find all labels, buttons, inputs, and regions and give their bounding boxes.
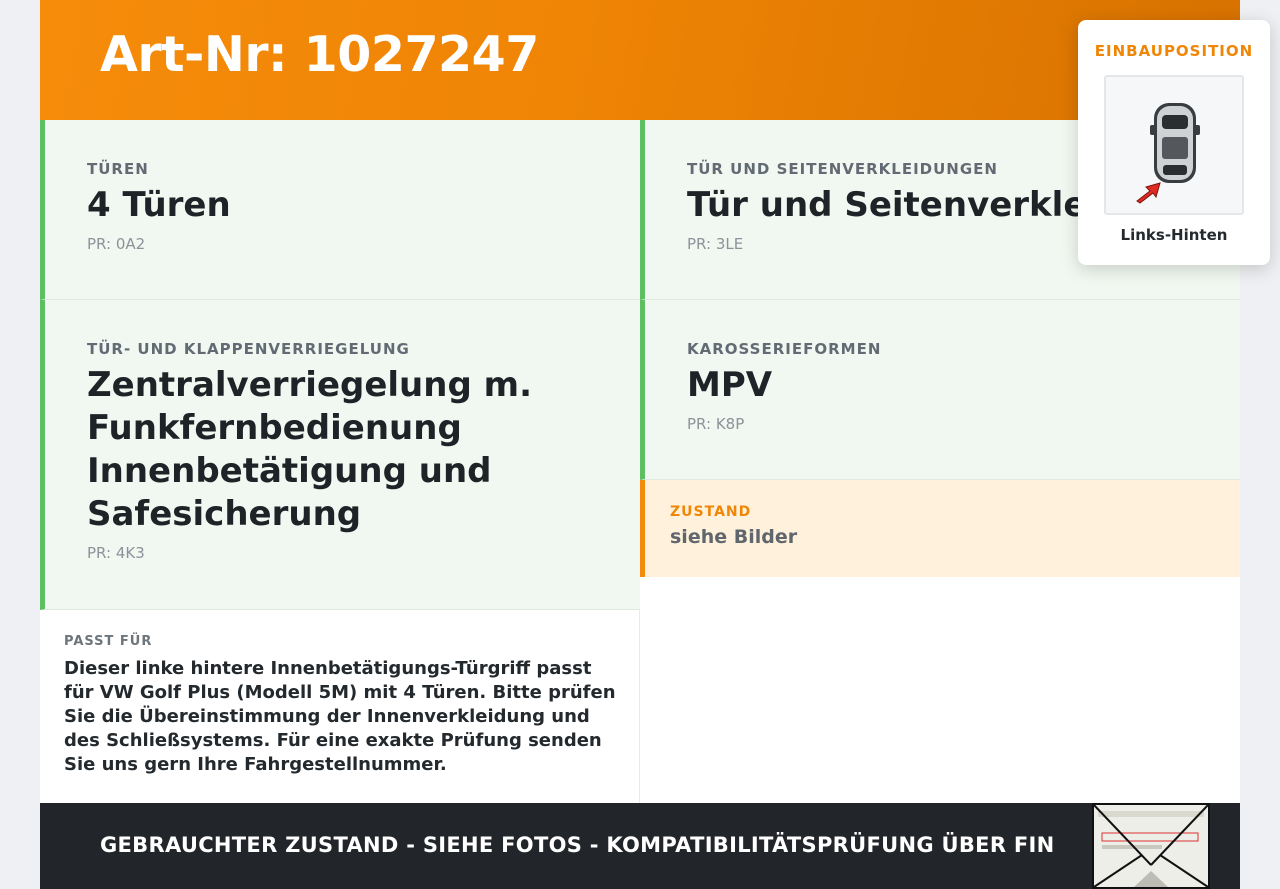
spec-card-tueren: TÜREN 4 Türen PR: 0A2 (40, 120, 640, 300)
page: Art-Nr: 1027247 TÜREN 4 Türen PR: 0A2 TÜ… (40, 0, 1270, 889)
spec-value: MPV (687, 365, 773, 405)
spec-value: Zentralverriegelung m. Funkfernbedienung… (87, 365, 532, 534)
document-thumbnail-graphic (1094, 805, 1208, 887)
condition-label: ZUSTAND (670, 504, 752, 520)
spec-card-verriegelung: TÜR- UND KLAPPENVERRIEGELUNG Zentralverr… (40, 300, 640, 610)
vehicle-registration-document-icon[interactable] (1092, 803, 1210, 889)
spec-pr-code: PR: K8P (687, 415, 745, 433)
spec-label: TÜREN (87, 160, 149, 178)
spec-label: TÜR- UND KLAPPENVERRIEGELUNG (87, 340, 410, 358)
car-position-diagram (1104, 75, 1244, 215)
page-title: Art-Nr: 1027247 (100, 26, 539, 83)
spec-card-karosserie: KAROSSERIEFORMEN MPV PR: K8P (640, 300, 1240, 480)
compatibility-text: Dieser linke hintere Innenbetätigungs-Tü… (64, 658, 616, 775)
header: Art-Nr: 1027247 (40, 0, 1240, 120)
spec-value: 4 Türen (87, 185, 231, 225)
spec-pr-code: PR: 4K3 (87, 544, 145, 562)
compatibility-label: PASST FÜR (64, 634, 153, 649)
car-top-view-icon (1150, 103, 1200, 183)
einbauposition-value: Links-Hinten (1120, 226, 1228, 244)
red-arrow-icon (1136, 182, 1161, 204)
einbauposition-title: EINBAUPOSITION (1094, 42, 1254, 60)
footer-text: GEBRAUCHTER ZUSTAND - SIEHE FOTOS - KOMP… (100, 833, 1055, 857)
spec-pr-code: PR: 0A2 (87, 235, 146, 253)
condition-value: siehe Bilder (670, 526, 798, 548)
condition-card: ZUSTAND siehe Bilder (640, 480, 1240, 577)
einbauposition-card: EINBAUPOSITION Links-Hinten (1078, 20, 1270, 265)
spec-label: KAROSSERIEFORMEN (687, 340, 882, 358)
compatibility-section: PASST FÜR Dieser linke hintere Innenbetä… (40, 610, 640, 803)
footer-banner: GEBRAUCHTER ZUSTAND - SIEHE FOTOS - KOMP… (40, 803, 1240, 889)
